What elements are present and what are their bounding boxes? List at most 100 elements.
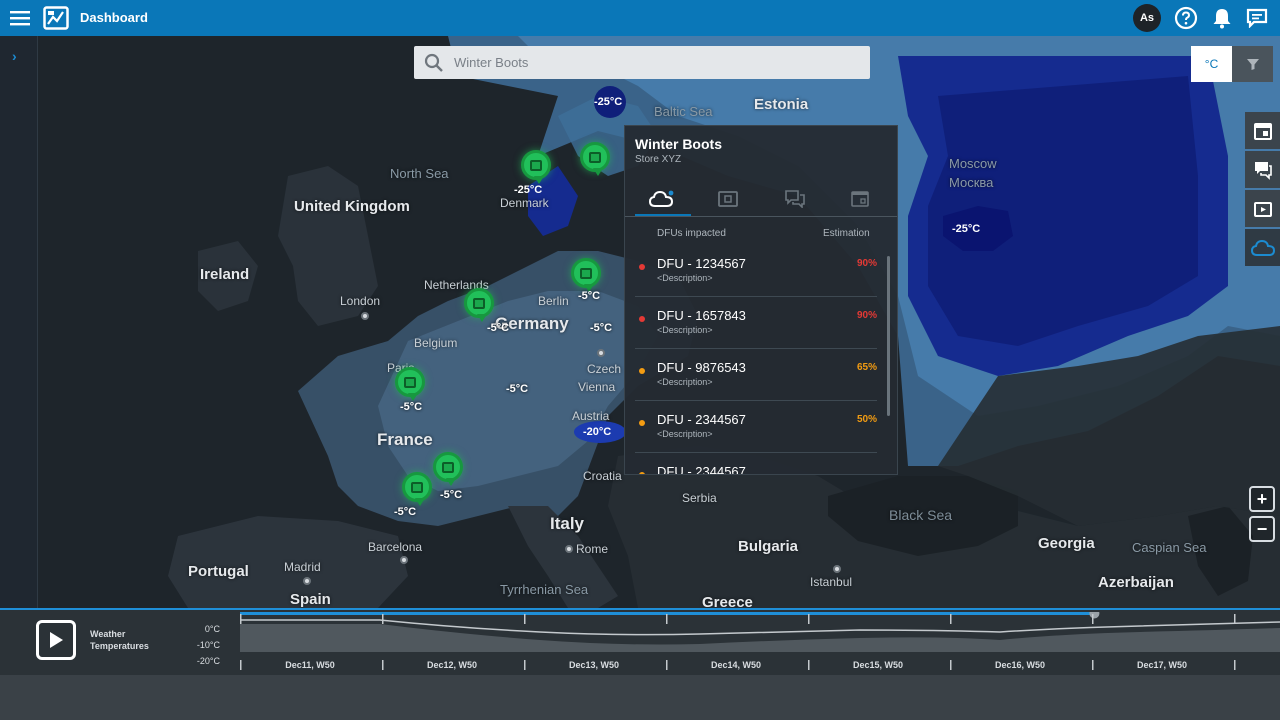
weather-tool-button[interactable] xyxy=(1245,229,1280,266)
panel-subtitle: Store XYZ xyxy=(635,154,682,165)
column-header-dfus: DFUs impacted xyxy=(657,228,726,239)
store-pin[interactable] xyxy=(402,472,432,506)
timeline-day-tick xyxy=(666,660,668,670)
row-divider xyxy=(635,348,877,349)
dfu-estimation: 90% xyxy=(856,310,877,321)
table-row[interactable]: DFU - 1234567 <Description> 90% xyxy=(625,254,887,306)
timeline-day-label: Dec16, W50 xyxy=(994,660,1046,670)
search-input[interactable] xyxy=(454,46,854,79)
map-label-madrid: Madrid xyxy=(284,560,321,574)
map-label-north-sea: North Sea xyxy=(390,166,449,181)
temp-label-germany-east: -5°C xyxy=(590,322,613,334)
cloud-icon xyxy=(649,190,674,207)
dfu-id: DFU - 1234567 xyxy=(657,256,746,271)
timeline-bar: Weather Temperatures 0°C -10°C -20°C Dec… xyxy=(0,608,1280,675)
map-label-black-sea: Black Sea xyxy=(889,507,953,523)
map-label-austria: Austria xyxy=(572,409,610,423)
calendar-tool-button[interactable] xyxy=(1245,112,1280,149)
map-label-azerbaijan: Azerbaijan xyxy=(1098,574,1174,591)
map-label-caspian-sea: Caspian Sea xyxy=(1132,540,1207,555)
media-icon xyxy=(1253,201,1272,217)
severity-dot xyxy=(639,368,645,374)
severity-dot xyxy=(639,472,645,474)
tab-media[interactable] xyxy=(713,186,743,212)
map-label-greece: Greece xyxy=(702,594,753,608)
unit-toggle: °C xyxy=(1191,46,1273,82)
zoom-in-button[interactable]: + xyxy=(1249,486,1275,512)
store-pin[interactable] xyxy=(580,142,610,176)
hamburger-menu-icon[interactable] xyxy=(8,0,32,36)
store-detail-panel: Winter Boots Store XYZ DFUs impacted Est… xyxy=(624,125,898,475)
media-icon xyxy=(718,191,738,207)
left-sidebar: › xyxy=(0,36,38,608)
timeline-day-tick xyxy=(382,660,384,670)
store-icon xyxy=(571,258,601,292)
table-row[interactable]: DFU - 2344567 <Description> 50% xyxy=(625,410,887,462)
tab-weather[interactable] xyxy=(647,186,677,212)
bottom-band xyxy=(0,675,1280,720)
store-icon xyxy=(433,452,463,486)
play-button[interactable] xyxy=(36,620,76,660)
timeline-day-tick xyxy=(1234,614,1236,624)
row-divider xyxy=(635,400,877,401)
table-row[interactable]: DFU - 1657843 <Description> 90% xyxy=(625,306,887,358)
temp-label-paris: -5°C xyxy=(400,401,423,413)
help-icon[interactable] xyxy=(1172,0,1200,36)
table-row[interactable]: DFU - 2344567 xyxy=(625,462,887,474)
map-label-baltic-sea: Baltic Sea xyxy=(654,104,713,119)
dfu-estimation: 65% xyxy=(856,362,877,373)
map-view[interactable]: United Kingdom Ireland London North Sea … xyxy=(38,36,1280,608)
store-icon xyxy=(395,367,425,401)
zoom-out-button[interactable]: − xyxy=(1249,516,1275,542)
table-row[interactable]: DFU - 9876543 <Description> 65% xyxy=(625,358,887,410)
timeline-day-label: Dec11, W50 xyxy=(285,660,335,670)
dfu-estimation: 90% xyxy=(856,258,877,269)
temp-badge-denmark: -25°C xyxy=(514,184,543,196)
tab-calendar[interactable] xyxy=(845,186,875,212)
avatar[interactable]: As xyxy=(1133,4,1161,32)
store-icon xyxy=(521,150,551,184)
temp-label-south-france-2: -5°C xyxy=(394,506,417,518)
panel-divider xyxy=(625,216,897,217)
city-dot-prague xyxy=(597,349,605,357)
store-pin[interactable] xyxy=(433,452,463,486)
timeline-day-tick xyxy=(1234,660,1236,670)
chat-icon xyxy=(785,190,805,208)
media-tool-button[interactable] xyxy=(1245,190,1280,227)
timeline-day-tick xyxy=(808,660,810,670)
chat-tool-button[interactable] xyxy=(1245,151,1280,188)
panel-scrollbar[interactable] xyxy=(887,256,890,416)
store-pin[interactable] xyxy=(395,367,425,401)
search-icon[interactable] xyxy=(424,53,444,73)
city-dot-london xyxy=(361,312,369,320)
expand-sidebar-chevron-icon[interactable]: › xyxy=(12,48,17,64)
timeline-day-label: Dec15, W50 xyxy=(852,660,904,670)
legend-temp-2: -20°C xyxy=(196,656,220,666)
dfu-id: DFU - 2344567 xyxy=(657,412,746,427)
store-pin[interactable] xyxy=(464,288,494,322)
cloud-icon xyxy=(1250,239,1275,256)
store-pin[interactable] xyxy=(521,150,551,184)
map-label-london: London xyxy=(340,294,381,308)
temp-badge-austria: -20°C xyxy=(583,426,612,438)
celsius-button[interactable]: °C xyxy=(1191,46,1232,82)
timeline-day-tick xyxy=(1092,614,1094,624)
store-icon xyxy=(464,288,494,322)
timeline-day-label: Dec12, W50 xyxy=(426,660,478,670)
map-label-spain: Spain xyxy=(290,591,331,608)
calendar-icon xyxy=(1253,122,1272,140)
map-label-serbia: Serbia xyxy=(682,491,717,505)
severity-dot xyxy=(639,264,645,270)
tab-chat[interactable] xyxy=(780,186,810,212)
temp-badge-moscow: -25°C xyxy=(952,223,981,235)
timeline-day-tick xyxy=(524,660,526,670)
timeline-day-tick xyxy=(666,614,668,624)
messages-icon[interactable] xyxy=(1243,0,1271,36)
severity-dot xyxy=(639,316,645,322)
timeline-scrubber-handle[interactable] xyxy=(1089,612,1100,619)
filter-button[interactable] xyxy=(1232,46,1273,82)
store-pin[interactable] xyxy=(571,258,601,292)
map-label-portugal: Portugal xyxy=(188,563,249,580)
timeline-day-label: Dec14, W50 xyxy=(710,660,762,670)
notification-bell-icon[interactable] xyxy=(1208,0,1236,36)
